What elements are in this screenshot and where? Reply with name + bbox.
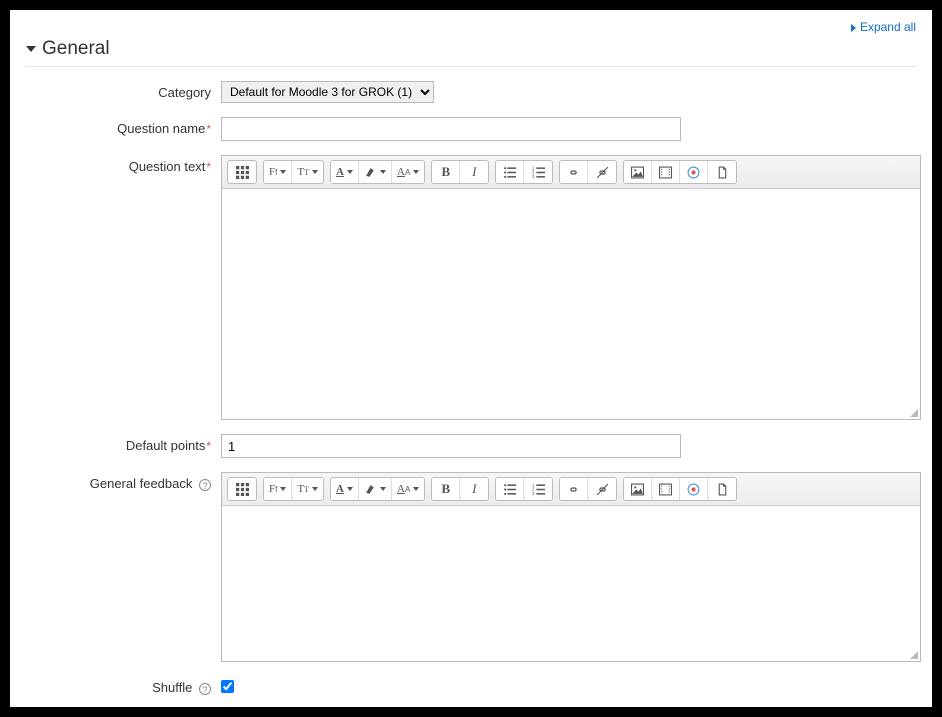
list-ul-icon (503, 483, 516, 496)
list-ol-icon: 123 (532, 483, 545, 496)
link-button[interactable] (560, 161, 588, 183)
caret-down-icon (347, 170, 353, 174)
unlink-button[interactable] (588, 478, 616, 500)
files-button[interactable] (708, 478, 736, 500)
help-icon[interactable]: ? (199, 479, 211, 491)
general-feedback-area[interactable] (222, 506, 920, 661)
list-ol-icon: 123 (532, 166, 545, 179)
font-size-button[interactable]: TT (292, 161, 323, 183)
section-title: General (42, 38, 110, 60)
section-general-toggle[interactable]: General (26, 34, 916, 67)
caret-down-icon (280, 170, 286, 174)
toolbar-toggle-button[interactable] (228, 161, 256, 183)
image-button[interactable] (624, 478, 652, 500)
caret-down-icon (280, 487, 286, 491)
unlink-button[interactable] (588, 161, 616, 183)
font-color-button[interactable]: A (331, 478, 359, 500)
general-feedback-editor: Ff TT A AA B I (221, 472, 921, 662)
font-family-button[interactable]: Ff (264, 161, 292, 183)
resize-handle[interactable] (908, 649, 918, 659)
bold-button[interactable]: B (432, 161, 460, 183)
required-icon: * (206, 160, 211, 174)
font-family-button[interactable]: Ff (264, 478, 292, 500)
caret-down-icon (413, 487, 419, 491)
link-icon (567, 166, 580, 179)
caret-down-icon (380, 170, 386, 174)
caret-right-icon (851, 24, 856, 32)
unordered-list-button[interactable] (496, 161, 524, 183)
font-color-button[interactable]: A (331, 161, 359, 183)
record-button[interactable] (680, 478, 708, 500)
row-category: Category Default for Moodle 3 for GROK (… (26, 81, 916, 103)
toolbar-toggle-button[interactable] (228, 478, 256, 500)
media-icon (659, 166, 672, 179)
image-button[interactable] (624, 161, 652, 183)
unlink-icon (596, 166, 609, 179)
required-icon: * (206, 122, 211, 136)
question-text-area[interactable] (222, 189, 920, 419)
media-button[interactable] (652, 161, 680, 183)
row-general-feedback: General feedback ? Ff TT A (26, 472, 916, 662)
row-question-text: Question text* Ff TT A (26, 155, 916, 420)
highlight-button[interactable] (359, 478, 392, 500)
ordered-list-button[interactable]: 123 (524, 161, 552, 183)
clear-format-button[interactable]: AA (392, 161, 424, 183)
question-text-editor: Ff TT A AA B I (221, 155, 921, 420)
image-icon (631, 483, 644, 496)
link-button[interactable] (560, 478, 588, 500)
shuffle-checkbox[interactable] (221, 680, 234, 693)
label-shuffle: Shuffle ? (26, 676, 221, 695)
record-icon (687, 166, 700, 179)
row-default-points: Default points* (26, 434, 916, 458)
caret-down-icon (413, 170, 419, 174)
question-name-input[interactable] (221, 117, 681, 141)
caret-down-icon (380, 487, 386, 491)
resize-handle[interactable] (908, 407, 918, 417)
list-ul-icon (503, 166, 516, 179)
font-size-button[interactable]: TT (292, 478, 323, 500)
caret-down-icon (347, 487, 353, 491)
caret-down-icon (312, 487, 318, 491)
label-question-name: Question name* (26, 117, 221, 136)
media-button[interactable] (652, 478, 680, 500)
help-icon[interactable]: ? (199, 683, 211, 695)
files-button[interactable] (708, 161, 736, 183)
category-select[interactable]: Default for Moodle 3 for GROK (1) (221, 81, 434, 103)
row-shuffle: Shuffle ? (26, 676, 916, 696)
record-icon (687, 483, 700, 496)
svg-text:3: 3 (532, 490, 535, 495)
unordered-list-button[interactable] (496, 478, 524, 500)
expand-all-label: Expand all (860, 20, 916, 34)
label-category: Category (26, 81, 221, 100)
label-default-points: Default points* (26, 434, 221, 453)
caret-down-icon (26, 46, 36, 52)
label-general-feedback: General feedback ? (26, 472, 221, 491)
caret-down-icon (312, 170, 318, 174)
grid-icon (236, 166, 249, 179)
highlight-icon (364, 166, 377, 179)
bold-button[interactable]: B (432, 478, 460, 500)
editor-toolbar: Ff TT A AA B I (222, 156, 920, 189)
file-icon (716, 166, 729, 179)
row-question-name: Question name* (26, 117, 916, 141)
italic-button[interactable]: I (460, 478, 488, 500)
record-button[interactable] (680, 161, 708, 183)
media-icon (659, 483, 672, 496)
svg-text:3: 3 (532, 173, 535, 178)
default-points-input[interactable] (221, 434, 681, 458)
link-icon (567, 483, 580, 496)
image-icon (631, 166, 644, 179)
expand-all-link[interactable]: Expand all (26, 20, 916, 34)
highlight-icon (364, 483, 377, 496)
label-question-text: Question text* (26, 155, 221, 174)
highlight-button[interactable] (359, 161, 392, 183)
unlink-icon (596, 483, 609, 496)
grid-icon (236, 483, 249, 496)
required-icon: * (206, 439, 211, 453)
editor-toolbar: Ff TT A AA B I (222, 473, 920, 506)
italic-button[interactable]: I (460, 161, 488, 183)
ordered-list-button[interactable]: 123 (524, 478, 552, 500)
file-icon (716, 483, 729, 496)
clear-format-button[interactable]: AA (392, 478, 424, 500)
